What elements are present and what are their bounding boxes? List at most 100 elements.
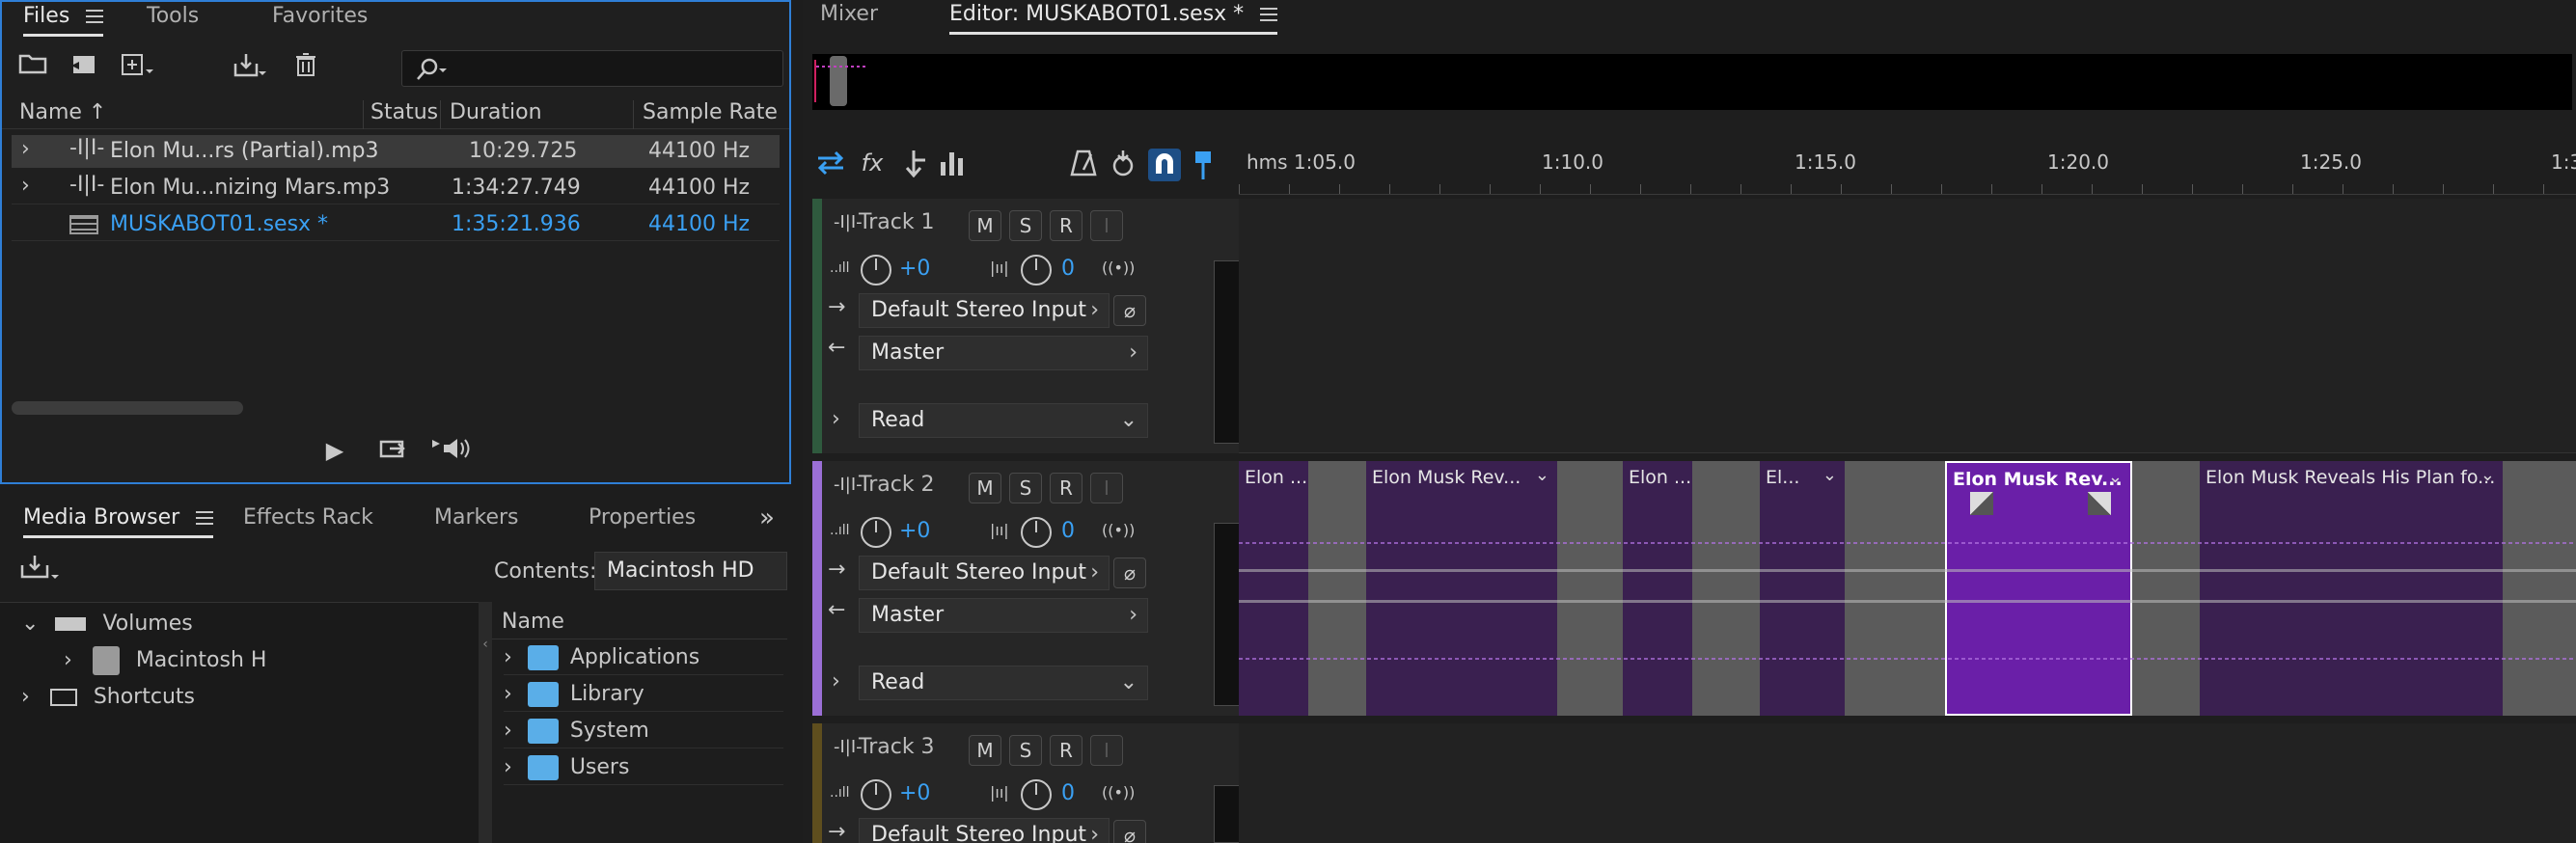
pan-knob[interactable] (1021, 779, 1052, 810)
input-dropdown[interactable]: Default Stereo Input › (859, 293, 1110, 328)
sync-timecode-icon[interactable] (1108, 149, 1140, 179)
chevron-down-icon[interactable]: ⌄ (1535, 465, 1549, 485)
fade-out-handle-icon[interactable] (2088, 492, 2111, 515)
pan-value[interactable]: 0 (1061, 257, 1075, 281)
stereo-icon[interactable]: ((•)) (1102, 783, 1135, 802)
list-item[interactable]: › System (504, 714, 783, 748)
expand-chevron-icon[interactable]: › (504, 755, 512, 779)
phase-invert-button[interactable]: ⌀ (1113, 295, 1146, 326)
audio-clip[interactable]: Elon ... (1239, 461, 1308, 716)
input-monitor-button[interactable]: I (1090, 210, 1123, 241)
output-dropdown[interactable]: Master › (859, 336, 1148, 370)
column-sample-rate[interactable]: Sample Rate (643, 100, 778, 124)
mute-button[interactable]: M (969, 473, 1001, 503)
search-input[interactable] (401, 50, 783, 87)
navigator-handle[interactable] (830, 56, 847, 106)
track-3-lane[interactable] (1239, 723, 2576, 843)
list-item[interactable]: › Applications (504, 640, 783, 675)
tab-media-browser[interactable]: Media Browser (23, 503, 214, 538)
expand-chevron-icon[interactable]: › (64, 648, 72, 672)
expand-chevron-icon[interactable]: › (832, 669, 840, 693)
volume-value[interactable]: +0 (899, 257, 930, 281)
open-folder-icon[interactable] (15, 52, 50, 82)
audio-clip[interactable]: Elon Musk Reveals His Plan fo... ⌄ (2200, 461, 2503, 716)
tab-files[interactable]: Files (23, 2, 104, 37)
phase-invert-button[interactable]: ⌀ (1113, 557, 1146, 588)
chevron-down-icon[interactable]: ⌄ (1822, 465, 1837, 485)
solo-button[interactable]: S (1009, 210, 1042, 241)
import-icon[interactable] (15, 554, 64, 587)
column-duration[interactable]: Duration (450, 100, 542, 124)
automation-mode-dropdown[interactable]: Read ⌄ (859, 666, 1148, 700)
volume-value[interactable]: +0 (899, 781, 930, 805)
time-ruler[interactable] (1239, 145, 2576, 195)
play-icon[interactable]: ▶ (320, 436, 349, 465)
tree-item-volumes[interactable]: ⌄ Volumes (21, 607, 193, 641)
audio-clip[interactable]: El... ⌄ (1760, 461, 1845, 716)
table-row[interactable]: › -I|I- Elon Mu...rs (Partial).mp3 10:29… (12, 135, 780, 168)
expand-chevron-icon[interactable]: › (832, 407, 840, 431)
metronome-icon[interactable] (1069, 149, 1100, 179)
auto-play-icon[interactable] (430, 436, 473, 468)
audio-clip[interactable]: Elon Musk Rev... ⌄ (1366, 461, 1557, 716)
expand-chevron-icon[interactable]: › (504, 645, 512, 669)
tree-item-macintosh[interactable]: › Macintosh H (64, 643, 266, 678)
column-status[interactable]: Status (370, 100, 438, 124)
record-arm-button[interactable]: R (1050, 735, 1082, 766)
tab-effects-rack[interactable]: Effects Rack (243, 503, 373, 532)
pan-value[interactable]: 0 (1061, 781, 1075, 805)
solo-button[interactable]: S (1009, 473, 1042, 503)
input-dropdown[interactable]: Default Stereo Input › (859, 818, 1110, 843)
track-2-lane[interactable]: Elon ... Elon Musk Rev... ⌄ Elon ... El.… (1239, 461, 2576, 716)
move-tool-icon[interactable] (814, 149, 849, 179)
track-1-lane[interactable] (1239, 199, 2576, 453)
pane-splitter[interactable]: ‹ (479, 602, 492, 843)
expand-chevron-icon[interactable]: › (21, 685, 30, 709)
tree-item-shortcuts[interactable]: › Shortcuts (21, 680, 195, 715)
fade-in-handle-icon[interactable] (1970, 492, 1993, 515)
volume-knob[interactable] (861, 255, 891, 286)
pan-knob[interactable] (1021, 255, 1052, 286)
phase-invert-button[interactable]: ⌀ (1113, 820, 1146, 843)
record-arm-button[interactable]: R (1050, 210, 1082, 241)
tab-properties[interactable]: Properties (589, 503, 696, 532)
input-monitor-button[interactable]: I (1090, 473, 1123, 503)
more-tabs-icon[interactable]: » (753, 503, 781, 532)
marker-pin-icon[interactable] (1189, 149, 1218, 181)
tab-markers[interactable]: Markers (434, 503, 519, 532)
volume-value[interactable]: +0 (899, 519, 930, 543)
collapse-chevron-icon[interactable]: ⌄ (21, 612, 39, 636)
expand-chevron-icon[interactable]: › (21, 174, 30, 198)
expand-chevron-icon[interactable]: › (504, 682, 512, 706)
chevron-down-icon[interactable]: ⌄ (2108, 467, 2123, 487)
column-name[interactable]: Name ↑ (19, 100, 106, 124)
track-name[interactable]: Track 2 (859, 473, 935, 497)
volume-knob[interactable] (861, 779, 891, 810)
panel-menu-icon[interactable] (196, 511, 214, 525)
tab-favorites[interactable]: Favorites (272, 2, 368, 31)
table-row[interactable]: MUSKABOT01.sesx * 1:35:21.936 44100 Hz (12, 208, 780, 241)
eq-bars-icon[interactable] (938, 149, 969, 179)
chevron-down-icon[interactable]: ⌄ (2480, 465, 2495, 485)
track-name[interactable]: Track 3 (859, 735, 935, 759)
contents-dropdown[interactable]: Macintosh HD (594, 552, 787, 590)
tab-mixer[interactable]: Mixer (820, 0, 878, 29)
fx-icon[interactable]: fx (855, 149, 890, 177)
panel-menu-icon[interactable] (86, 10, 104, 23)
stereo-icon[interactable]: ((•)) (1102, 521, 1135, 539)
output-dropdown[interactable]: Master › (859, 598, 1148, 633)
list-item[interactable]: › Users (504, 750, 783, 785)
mute-button[interactable]: M (969, 735, 1001, 766)
tab-editor[interactable]: Editor: MUSKABOT01.sesx * (949, 0, 1278, 35)
snap-magnet-icon[interactable] (1148, 149, 1181, 181)
mute-button[interactable]: M (969, 210, 1001, 241)
audio-clip[interactable]: Elon ... (1623, 461, 1692, 716)
loop-icon[interactable] (376, 436, 409, 466)
table-row[interactable]: › -I|I- Elon Mu...nizing Mars.mp3 1:34:2… (12, 172, 780, 204)
volume-knob[interactable] (861, 517, 891, 548)
track-name[interactable]: Track 1 (859, 210, 935, 234)
expand-chevron-icon[interactable]: › (21, 137, 30, 161)
record-arm-button[interactable]: R (1050, 473, 1082, 503)
import-file-icon[interactable] (68, 52, 102, 84)
stereo-icon[interactable]: ((•)) (1102, 258, 1135, 277)
